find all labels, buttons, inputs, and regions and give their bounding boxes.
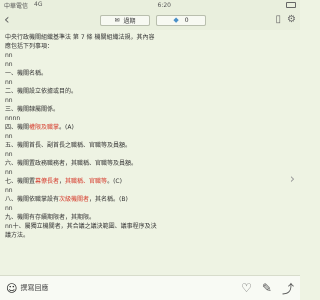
text-line: nn [5, 187, 13, 194]
text-line: 五、機關首長、副首長之職稱、官職等及員額。 [5, 142, 132, 149]
text-line: 七、機關置幕僚長者，其職稱、官職等。(C) [5, 178, 122, 185]
expired-tab-label: 過期 [123, 17, 136, 25]
highlight-text: 幕僚長者 [35, 178, 60, 185]
highlight-text: 次級機關者 [59, 196, 90, 203]
diamond-count: 0 [184, 16, 189, 24]
text-line: nn [5, 97, 13, 104]
chevron-right-icon[interactable]: › [290, 172, 295, 187]
text-line: nn [5, 151, 13, 158]
text-line: 中央行政機關組織基準法 第 7 條 機關組織法規，其內容 [5, 34, 155, 41]
battery-icon [286, 2, 296, 8]
chevron-left-icon[interactable]: ‹ [4, 13, 16, 27]
text-line: 九、機關有存續期限者，其期限。 [5, 214, 96, 221]
text-line: 應包括下列事項： [5, 43, 54, 50]
text-line: nn [5, 52, 13, 59]
text-line: 六、機關置政務職務者，其職稱、官職等及員額。 [5, 160, 138, 167]
share-icon[interactable]: ⤴ [282, 280, 294, 297]
diamond-icon: ◆ [173, 16, 179, 24]
bottom-bar: ☺ 撰寫回應 ♡ ✎ ⤴ [0, 275, 300, 300]
text-line: 三、機關隸屬關係。 [5, 106, 60, 113]
status-bar: 中華電信 4G 6:20 [0, 0, 300, 10]
font-size-icon[interactable]: ▯ [276, 14, 282, 25]
edit-icon[interactable]: ✎ [262, 281, 272, 295]
diamond-counter[interactable]: ◆ 0 [156, 14, 206, 26]
text-line: nn [5, 169, 13, 176]
time-label: 6:20 [157, 1, 171, 9]
text-line: nn [5, 79, 13, 86]
top-header: ‹ ✉ 過期 ◆ 0 ▯ ⚙ [0, 10, 300, 30]
network-label: 4G [34, 0, 43, 8]
text-line: 二、機關設立依據或目的。 [5, 88, 78, 95]
text-line: 四、機關權限及職掌。(A) [5, 124, 74, 131]
text-line: nn [5, 61, 13, 68]
expired-tab[interactable]: ✉ 過期 [100, 14, 150, 26]
heart-icon[interactable]: ♡ [241, 281, 252, 295]
text-line: 八、機關依職掌設有次級機關者，其名稱。(B) [5, 196, 128, 203]
article-content: 中央行政機關組織基準法 第 7 條 機關組織法規，其內容 應包括下列事項： nn… [5, 33, 267, 240]
text-line: nn十、屬獨立機關者，其合議之議決範圍、議事程序及決 [5, 223, 157, 230]
gear-icon[interactable]: ⚙ [287, 14, 296, 25]
carrier-label: 中華電信 [4, 2, 29, 10]
text-line: nn [5, 205, 13, 212]
text-line: nn [5, 133, 13, 140]
smiley-icon[interactable]: ☺ [6, 282, 17, 295]
text-line: nnnn [5, 115, 21, 122]
reply-button[interactable]: 撰寫回應 [20, 283, 48, 293]
text-line: 一、機關名稱。 [5, 70, 48, 77]
highlight-text: 權限及職掌 [29, 124, 60, 131]
highlight-text: 其職稱、官職等 [65, 178, 108, 185]
envelope-icon: ✉ [114, 16, 120, 24]
text-line: 議方法。 [5, 232, 30, 239]
